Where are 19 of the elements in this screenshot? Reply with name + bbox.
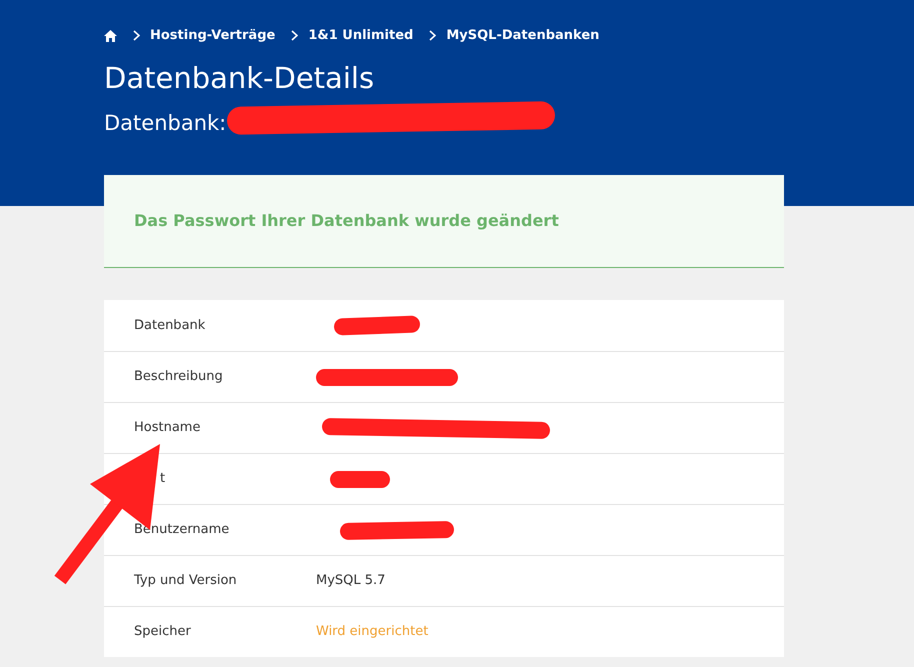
field-label: Speicher: [133, 623, 192, 642]
field-label: Datenbank: [133, 316, 206, 335]
breadcrumb-link[interactable]: MySQL-Datenbanken: [446, 26, 600, 46]
field-value: Wird eingerichtet: [316, 623, 428, 642]
page-title: Datenbank-Details: [104, 60, 376, 96]
field-label: Benutzername: [133, 521, 230, 540]
field-label: Hostname: [133, 419, 202, 438]
field-label: Typ und Version: [133, 572, 238, 590]
field-value: MySQL 5.7: [316, 572, 386, 590]
chevron-icon: [429, 30, 436, 42]
field-label: Beschreibung: [133, 368, 224, 386]
field-label: t: [159, 470, 166, 488]
chevron-icon: [291, 30, 298, 42]
notice-text: Das Passwort Ihrer Datenbank wurde geändert: [134, 210, 559, 232]
chevron-icon: [133, 30, 140, 42]
breadcrumb-link[interactable]: 1&1 Unlimited: [308, 26, 414, 46]
database-label: Datenbank:: [104, 110, 226, 134]
breadcrumb-link[interactable]: Hosting-Verträge: [150, 26, 276, 46]
home-icon[interactable]: [104, 30, 117, 42]
